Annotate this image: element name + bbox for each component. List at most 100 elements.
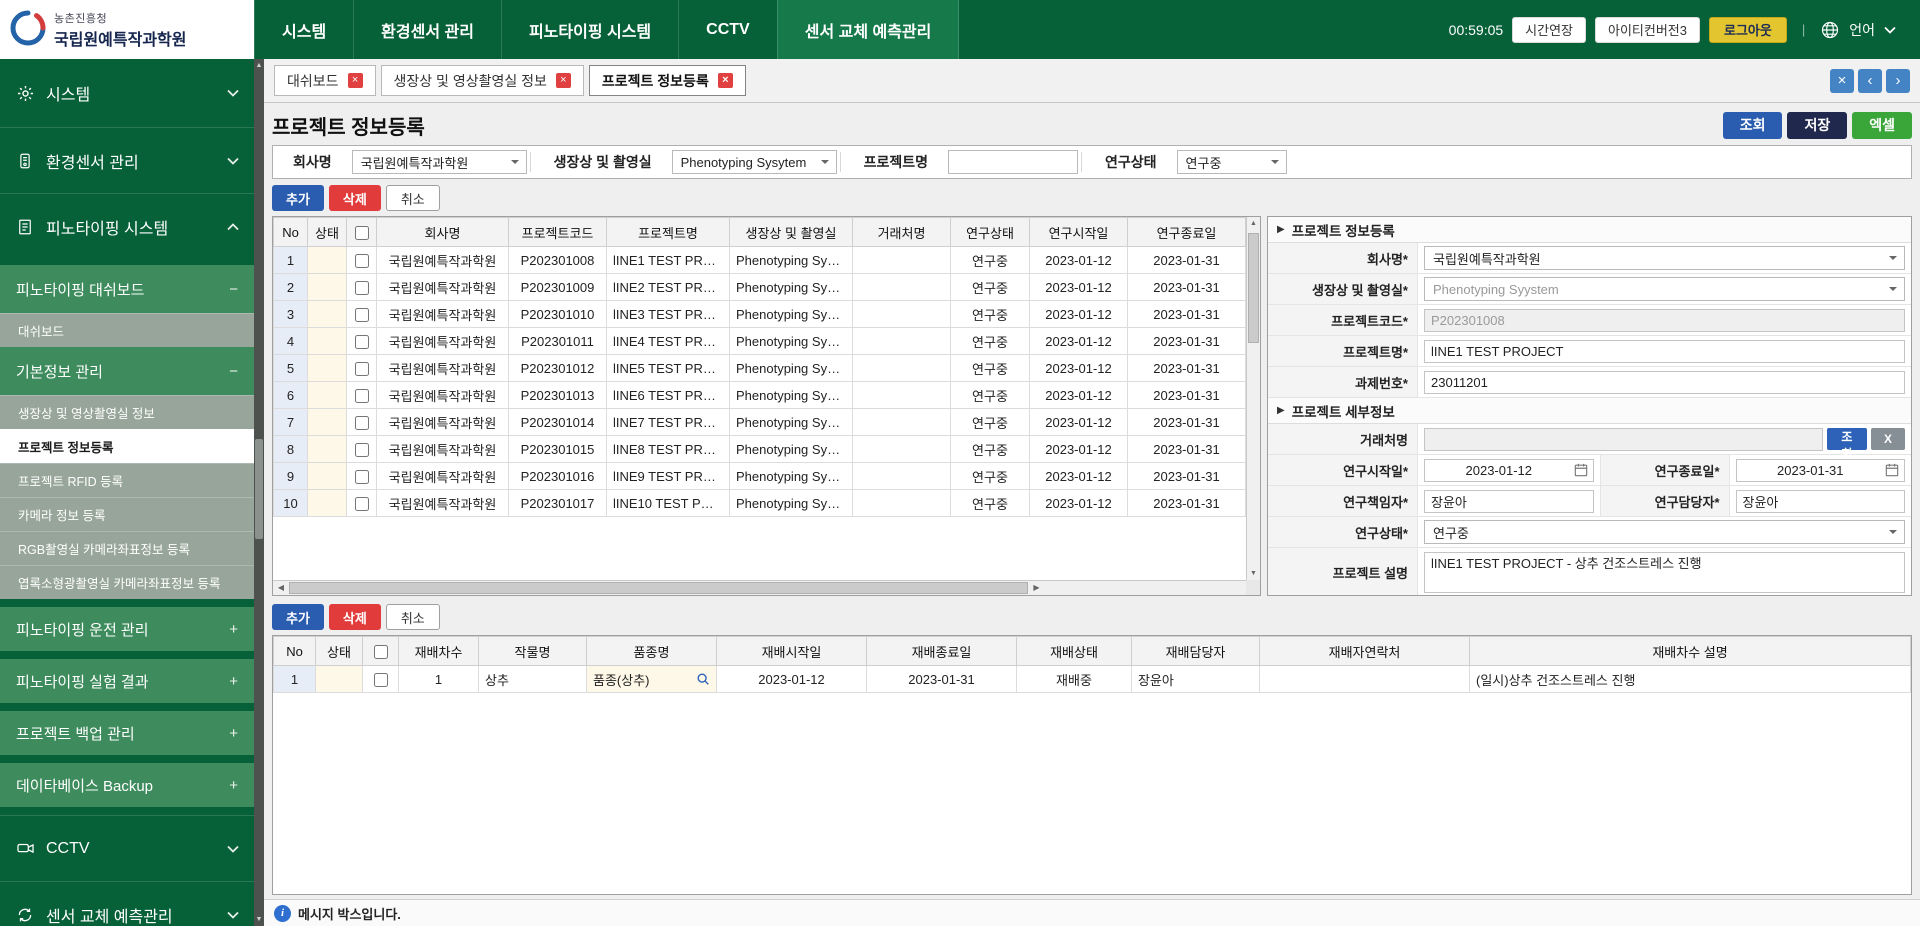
tab-close-icon[interactable]: ×	[718, 73, 733, 88]
tab-chamber-info[interactable]: 생장상 및 영상촬영실 정보×	[381, 65, 584, 96]
cell-chk[interactable]	[347, 382, 377, 409]
select-all-checkbox[interactable]	[355, 226, 369, 240]
row-select-checkbox[interactable]	[355, 308, 369, 322]
top-nav-sensor-replace[interactable]: 센서 교체 예측관리	[777, 0, 960, 59]
scrollbar-thumb[interactable]	[255, 439, 263, 539]
logo[interactable]: 농촌진흥청 국립원예특작과학원	[0, 0, 254, 59]
pi-input[interactable]	[1424, 490, 1594, 513]
cell-chk[interactable]	[347, 409, 377, 436]
project-table-row[interactable]: 3국립원예특작과학원P202301010lINE3 TEST PROJECTPh…	[274, 301, 1246, 328]
project-table-row[interactable]: 7국립원예특작과학원P202301014lINE7 TEST PROJECTPh…	[274, 409, 1246, 436]
sidebar-item-pheno-operation[interactable]: 피노타이핑 운전 관리+	[0, 607, 254, 651]
sidebar-item-database-backup[interactable]: 데이타베이스 Backup+	[0, 763, 254, 807]
tab-control-close-all-button[interactable]: ×	[1830, 69, 1854, 93]
project-desc-textarea[interactable]	[1424, 552, 1905, 593]
scroll-down-icon[interactable]: ▼	[254, 916, 264, 923]
search-button[interactable]: 조회	[1723, 112, 1783, 139]
add-button[interactable]: 추가	[272, 185, 324, 211]
sidebar-item-system[interactable]: 시스템	[0, 59, 254, 127]
company-select[interactable]: 국립원예특작과학원	[1424, 246, 1905, 270]
cell-chk[interactable]	[347, 490, 377, 517]
client-clear-button[interactable]: X	[1871, 428, 1905, 450]
top-nav-env-sensor[interactable]: 환경센서 관리	[353, 0, 501, 59]
client-search-button[interactable]: 조회	[1827, 428, 1867, 450]
project-table-row[interactable]: 8국립원예특작과학원P202301015lINE8 TEST PROJECTPh…	[274, 436, 1246, 463]
sidebar-item-fluor-camera-coord[interactable]: 엽록소형광촬영실 카메라좌표정보 등록	[0, 565, 254, 599]
sidebar-item-phenotyping[interactable]: 피노타이핑 시스템	[0, 193, 254, 259]
variety-search-icon[interactable]	[696, 672, 710, 686]
research-status-select[interactable]: 연구중	[1424, 520, 1905, 544]
calendar-icon[interactable]	[1885, 463, 1899, 477]
sidebar-item-camera-info[interactable]: 카메라 정보 등록	[0, 497, 254, 531]
grid-horizontal-scrollbar[interactable]: ◀▶	[273, 580, 1246, 595]
save-button[interactable]: 저장	[1787, 112, 1847, 139]
row-select-checkbox[interactable]	[355, 254, 369, 268]
scroll-up-icon[interactable]: ▲	[254, 62, 264, 69]
sidebar-item-project-register[interactable]: 프로젝트 정보등록	[0, 429, 254, 463]
project-table-row[interactable]: 9국립원예특작과학원P202301016lINE9 TEST PROJECTPh…	[274, 463, 1246, 490]
filter-status-select[interactable]: 연구중	[1177, 150, 1287, 174]
tab-control-scroll-left-button[interactable]: ‹	[1858, 69, 1882, 93]
language-label[interactable]: 언어	[1849, 20, 1875, 40]
filter-company-select[interactable]: 국립원예특작과학원	[352, 150, 527, 174]
project-table-row[interactable]: 5국립원예특작과학원P202301012lINE5 TEST PROJECTPh…	[274, 355, 1246, 382]
sidebar-item-pheno-dashboard[interactable]: 피노타이핑 대쉬보드−	[0, 265, 254, 313]
cell-chk[interactable]	[347, 247, 377, 274]
project-table-row[interactable]: 1국립원예특작과학원P202301008lINE1 TEST PROJECTPh…	[274, 247, 1246, 274]
tab-dashboard[interactable]: 대쉬보드×	[274, 65, 376, 96]
tab-project-register[interactable]: 프로젝트 정보등록×	[589, 65, 746, 96]
logout-button[interactable]: 로그아웃	[1709, 17, 1787, 43]
project-table-row[interactable]: 4국립원예특작과학원P202301011lINE4 TEST PROJECTPh…	[274, 328, 1246, 355]
sidebar-item-basic-info[interactable]: 기본정보 관리−	[0, 347, 254, 395]
task-number-input[interactable]	[1424, 371, 1905, 394]
grid-vertical-scrollbar[interactable]: ▲▼	[1246, 217, 1260, 580]
row-select-checkbox[interactable]	[374, 673, 388, 687]
row-select-checkbox[interactable]	[355, 497, 369, 511]
globe-icon[interactable]	[1820, 20, 1840, 40]
cell-chk[interactable]	[347, 301, 377, 328]
tab-close-icon[interactable]: ×	[348, 73, 363, 88]
tab-control-scroll-right-button[interactable]: ›	[1886, 69, 1910, 93]
sidebar-item-pheno-result[interactable]: 피노타이핑 실험 결과+	[0, 659, 254, 703]
language-chevron-icon[interactable]	[1884, 26, 1896, 34]
cell-variety[interactable]: 품종(상추)	[587, 666, 717, 693]
user-button[interactable]: 아이티컨버전3	[1595, 17, 1700, 43]
row-select-checkbox[interactable]	[355, 362, 369, 376]
delete-button[interactable]: 삭제	[329, 185, 381, 211]
cell-chk[interactable]	[347, 463, 377, 490]
cancel-button[interactable]: 취소	[386, 185, 440, 211]
cancel-button[interactable]: 취소	[386, 604, 440, 630]
calendar-icon[interactable]	[1574, 463, 1588, 477]
end-date-input[interactable]	[1736, 459, 1906, 482]
chamber-select[interactable]: Phenotyping Syystem	[1424, 277, 1905, 301]
project-table-row[interactable]: 10국립원예특작과학원P202301017lINE10 TEST PROJE..…	[274, 490, 1246, 517]
row-select-checkbox[interactable]	[355, 470, 369, 484]
project-table-row[interactable]: 2국립원예특작과학원P202301009lINE2 TEST PROJECTPh…	[274, 274, 1246, 301]
sidebar-item-project-rfid[interactable]: 프로젝트 RFID 등록	[0, 463, 254, 497]
select-all-checkbox[interactable]	[374, 645, 388, 659]
excel-button[interactable]: 엑셀	[1852, 112, 1912, 139]
top-nav-phenotyping[interactable]: 피노타이핑 시스템	[501, 0, 678, 59]
main-vertical-scrollbar[interactable]: ▲ ▼	[254, 59, 264, 926]
row-select-checkbox[interactable]	[355, 281, 369, 295]
top-nav-system[interactable]: 시스템	[254, 0, 353, 59]
cell-chk[interactable]	[347, 436, 377, 463]
sidebar-item-project-backup[interactable]: 프로젝트 백업 관리+	[0, 711, 254, 755]
cell-chk[interactable]	[347, 328, 377, 355]
cell-chk[interactable]	[347, 355, 377, 382]
filter-chamber-select[interactable]: Phenotyping Sysytem	[672, 150, 837, 174]
row-select-checkbox[interactable]	[355, 335, 369, 349]
cell-chk[interactable]	[347, 274, 377, 301]
sidebar-item-env-sensor[interactable]: 환경센서 관리	[0, 127, 254, 193]
row-select-checkbox[interactable]	[355, 389, 369, 403]
sidebar-item-chamber-info[interactable]: 생장상 및 영상촬영실 정보	[0, 395, 254, 429]
extend-time-button[interactable]: 시간연장	[1512, 17, 1586, 43]
culture-table-row[interactable]: 11상추품종(상추)2023-01-122023-01-31재배중장윤아(일시)…	[274, 666, 1911, 693]
sidebar-item-dashboard[interactable]: 대쉬보드	[0, 313, 254, 347]
row-select-checkbox[interactable]	[355, 443, 369, 457]
sidebar-item-sensor-replace[interactable]: 센서 교체 예측관리	[0, 881, 254, 926]
project-table-row[interactable]: 6국립원예특작과학원P202301013lINE6 TEST PROJECTPh…	[274, 382, 1246, 409]
sidebar-item-rgb-camera-coord[interactable]: RGB촬영실 카메라좌표정보 등록	[0, 531, 254, 565]
cell-chk[interactable]	[363, 666, 399, 693]
start-date-input[interactable]	[1424, 459, 1594, 482]
